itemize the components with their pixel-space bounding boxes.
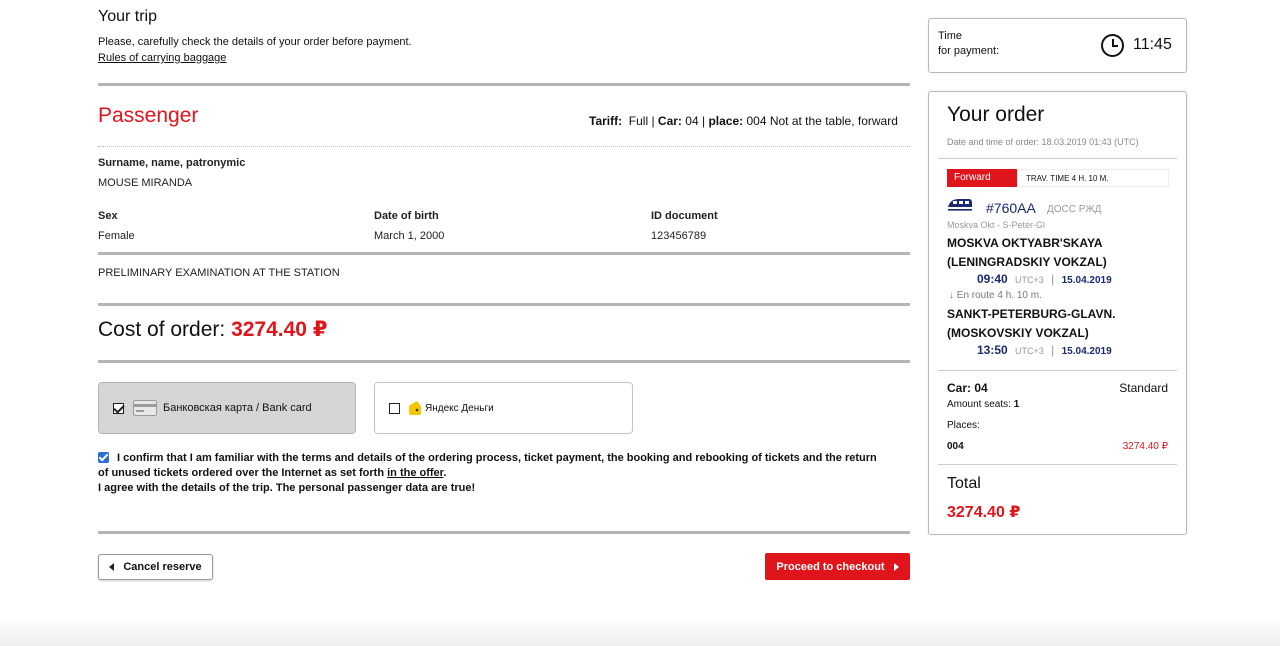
- arrival-time: 13:50: [977, 343, 1008, 357]
- payment-option-yandex-money[interactable]: Яндекс Деньги: [374, 382, 633, 434]
- timer-value: 11:45: [1133, 36, 1172, 53]
- terms-text-part2: .: [443, 467, 447, 479]
- en-route-row: ↓ En route 4 h. 10 m.: [949, 290, 1042, 301]
- page-subtitle: Please, carefully check the details of y…: [98, 36, 412, 48]
- departure-time-row: 09:40 UTC+3 | 15.04.2019: [977, 272, 1112, 286]
- name-value: MOUSE MIRANDA: [98, 177, 193, 189]
- arrival-station: SANKT-PETERBURG-GLAVN. (MOSKOVSKIY VOKZA…: [947, 305, 1115, 343]
- agree-text: I agree with the details of the trip. Th…: [98, 482, 476, 494]
- amount-seats-label: Amount seats:: [947, 399, 1011, 410]
- separator: [938, 158, 1177, 159]
- yandex-label: Яндекс Деньги: [425, 402, 494, 414]
- places-label: Places:: [947, 420, 980, 431]
- tariff-value: Full: [628, 114, 649, 128]
- arrow-down-icon: ↓: [949, 290, 954, 301]
- baggage-rules-link[interactable]: Rules of carrying baggage: [98, 52, 226, 64]
- order-title: Your order: [947, 103, 1045, 126]
- yandex-checkbox[interactable]: [389, 402, 400, 414]
- sex-label: Sex: [98, 210, 118, 222]
- bank-card-checkbox[interactable]: [113, 402, 124, 414]
- yandex-wallet-icon: [409, 401, 421, 415]
- train-route: Moskva Okt - S-Peter-Gl: [947, 220, 1046, 230]
- departure-date: 15.04.2019: [1061, 275, 1112, 286]
- page-title: Your trip: [98, 8, 157, 25]
- offer-link[interactable]: in the offer: [387, 467, 443, 479]
- clock-icon: [1101, 34, 1124, 57]
- divider: [98, 83, 910, 86]
- station-note: PRELIMINARY EXAMINATION AT THE STATION: [98, 267, 340, 279]
- departure-station-line2: (LENINGRADSKIY VOKZAL): [947, 255, 1107, 269]
- divider: [98, 303, 910, 306]
- divider: [98, 252, 910, 255]
- order-datetime: Date and time of order: 18.03.2019 01:43…: [947, 137, 1139, 147]
- timer-label: Time for payment:: [938, 29, 999, 59]
- en-route-duration: En route 4 h. 10 m.: [956, 290, 1042, 301]
- cost-label: Cost of order:: [98, 318, 226, 341]
- place-price: 3274.40 ₽: [1122, 441, 1168, 452]
- payment-option-bank-card[interactable]: Банковская карта / Bank card: [98, 382, 356, 434]
- car-value: 04: [685, 114, 699, 128]
- cost-amount: 3274.40 ₽: [231, 318, 328, 341]
- page-footer-band: [0, 618, 1280, 646]
- departure-time: 09:40: [977, 272, 1008, 286]
- departure-station-line1: MOSKVA OKTYABR'SKAYA: [947, 236, 1103, 250]
- chevron-right-icon: [893, 562, 899, 571]
- pipe-separator: |: [1051, 272, 1055, 286]
- amount-seats-value: 1: [1013, 399, 1020, 410]
- timer-label-line1: Time: [938, 30, 963, 42]
- train-type: ДОСС РЖД: [1047, 204, 1102, 215]
- credit-card-icon: [133, 400, 157, 416]
- arrival-date: 15.04.2019: [1061, 346, 1112, 357]
- pipe-separator: |: [1051, 343, 1055, 357]
- arrival-station-line2: (MOSKOVSKIY VOKZAL): [947, 326, 1089, 340]
- bank-card-label: Банковская карта / Bank card: [163, 402, 312, 414]
- order-summary-panel: Your order Date and time of order: 18.03…: [928, 91, 1187, 535]
- thin-divider: [98, 146, 910, 147]
- separator: [938, 370, 1177, 371]
- arrival-station-line1: SANKT-PETERBURG-GLAVN.: [947, 307, 1116, 321]
- timer-label-line2: for payment:: [938, 45, 1000, 57]
- arrival-timezone: UTC+3: [1015, 346, 1044, 356]
- terms-text-part1: I confirm that I am familiar with the te…: [98, 452, 877, 479]
- amount-seats: Amount seats: 1: [947, 399, 1019, 410]
- proceed-button-label: Proceed to checkout: [776, 560, 885, 573]
- id-label: ID document: [651, 210, 718, 222]
- cancel-reserve-button[interactable]: Cancel reserve: [98, 554, 213, 580]
- train-icon: [948, 199, 972, 211]
- car-number: Car: 04: [947, 381, 988, 395]
- cancel-button-label: Cancel reserve: [123, 561, 202, 573]
- departure-timezone: UTC+3: [1015, 275, 1044, 285]
- dob-value: March 1, 2000: [374, 230, 445, 242]
- place-label: place:: [708, 114, 744, 128]
- tariff-info: Tariff: Full | Car: 04 | place: 004 Not …: [589, 114, 898, 128]
- chevron-left-icon: [109, 563, 115, 571]
- cost-of-order: Cost of order: 3274.40 ₽: [98, 317, 327, 342]
- proceed-to-checkout-button[interactable]: Proceed to checkout: [765, 553, 910, 580]
- departure-station: MOSKVA OKTYABR'SKAYA (LENINGRADSKIY VOKZ…: [947, 234, 1107, 272]
- name-label: Surname, name, patronymic: [98, 157, 246, 169]
- travel-time-badge: TRAV. TIME 4 H. 10 M.: [1017, 169, 1169, 187]
- total-label: Total: [947, 475, 981, 492]
- place-value: 004 Not at the table, forward: [746, 114, 898, 128]
- sex-value: Female: [98, 230, 135, 242]
- divider: [98, 531, 910, 534]
- id-value: 123456789: [651, 230, 707, 242]
- passenger-heading: Passenger: [98, 104, 199, 127]
- tariff-label: Tariff:: [589, 114, 623, 128]
- payment-timer-panel: Time for payment: 11:45: [928, 18, 1187, 73]
- place-number: 004: [947, 441, 964, 452]
- total-value: 3274.40 ₽: [947, 504, 1021, 521]
- car-class: Standard: [1119, 381, 1168, 395]
- dob-label: Date of birth: [374, 210, 439, 222]
- direction-badge: Forward: [947, 169, 1017, 187]
- car-label: Car:: [657, 114, 682, 128]
- separator: [938, 464, 1177, 465]
- terms-text: I confirm that I am familiar with the te…: [98, 451, 888, 496]
- divider: [98, 360, 910, 363]
- arrival-time-row: 13:50 UTC+3 | 15.04.2019: [977, 343, 1112, 357]
- train-number: #760AA: [986, 200, 1036, 216]
